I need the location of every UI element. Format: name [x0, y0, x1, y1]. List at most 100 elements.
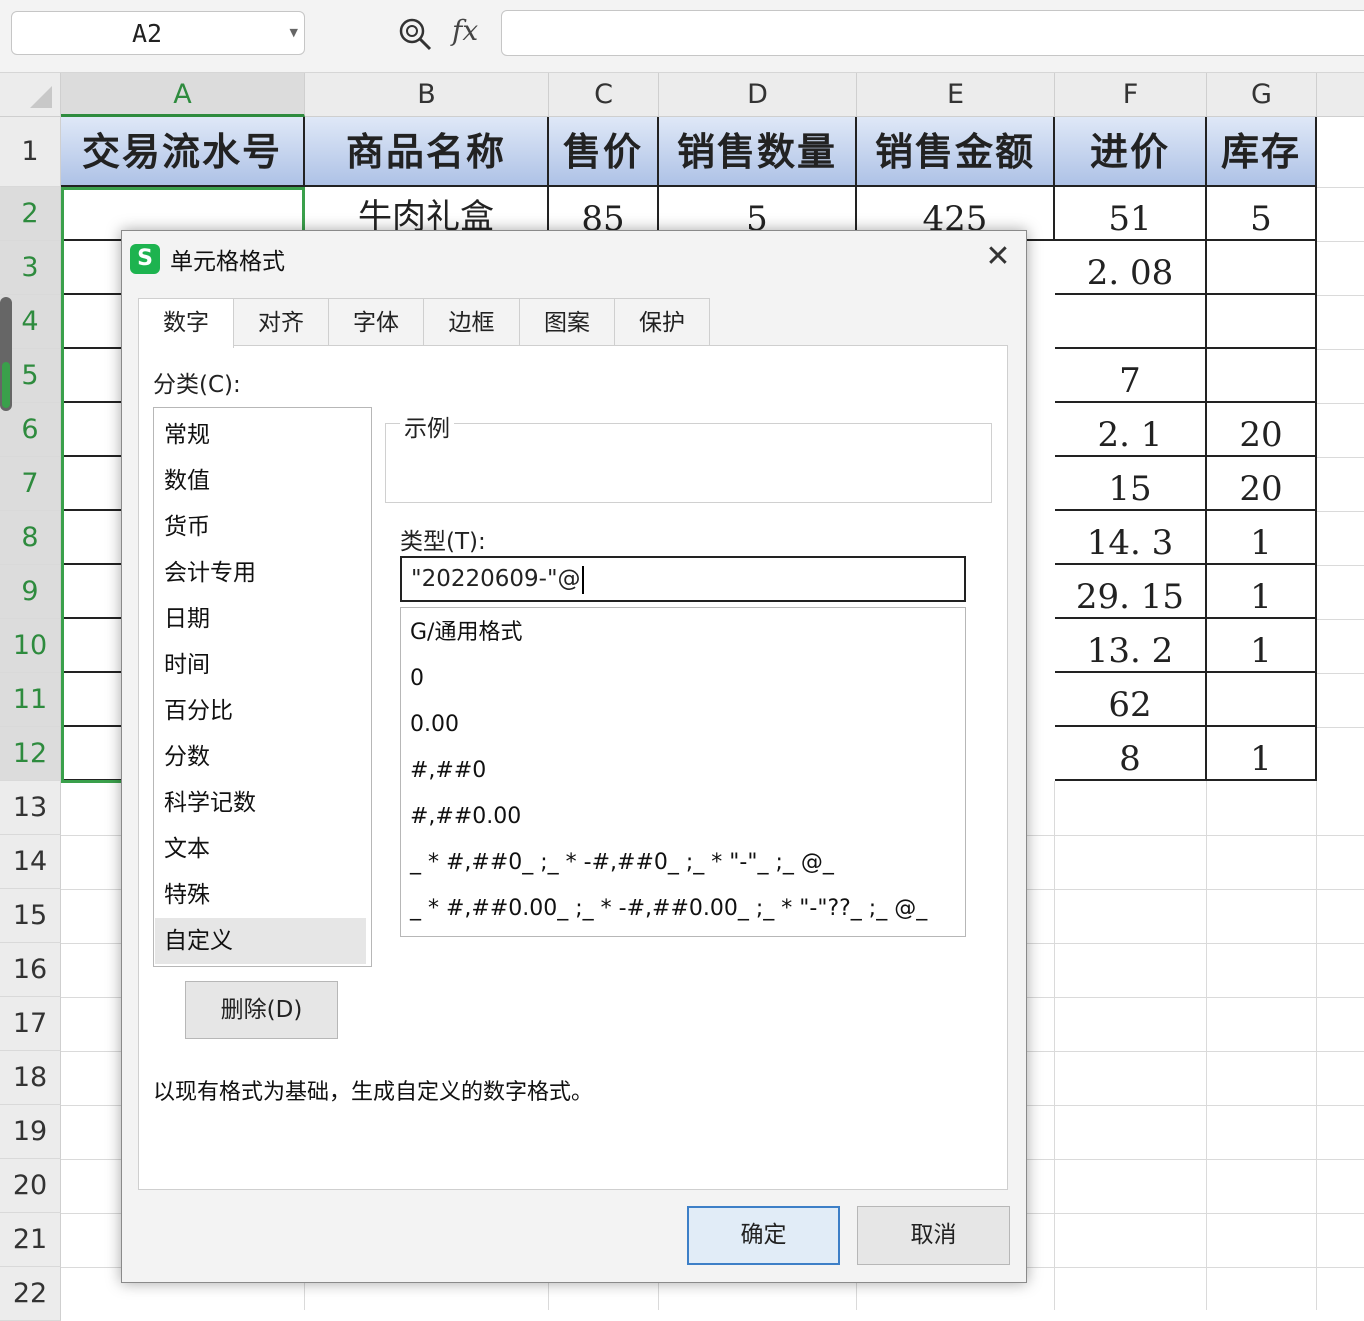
list-item[interactable]: 0 — [410, 656, 424, 702]
row-header-7[interactable]: 7 — [0, 457, 61, 511]
row-header-18[interactable]: 18 — [0, 1051, 61, 1105]
table-cell[interactable]: 1 — [1207, 511, 1317, 565]
table-cell[interactable] — [1207, 673, 1317, 727]
row-header-9[interactable]: 9 — [0, 565, 61, 619]
row-header-3[interactable]: 3 — [0, 241, 61, 295]
wps-logo-icon: S — [130, 244, 160, 274]
sheet-scrollbar-indicator — [2, 362, 10, 408]
delete-button[interactable]: 删除(D) — [185, 981, 338, 1039]
row-header-15[interactable]: 15 — [0, 889, 61, 943]
table-cell[interactable]: 20 — [1207, 403, 1317, 457]
row-header-8[interactable]: 8 — [0, 511, 61, 565]
category-list[interactable]: 常规 数值 货币 会计专用 日期 时间 百分比 分数 科学记数 文本 特殊 自定… — [153, 407, 372, 967]
type-input[interactable]: "20220609-"@ — [400, 556, 966, 602]
column-header-a[interactable]: A — [61, 73, 305, 117]
zoom-icon[interactable] — [397, 16, 433, 52]
table-cell[interactable] — [1207, 349, 1317, 403]
row-header-10[interactable]: 10 — [0, 619, 61, 673]
cancel-button[interactable]: 取消 — [857, 1206, 1010, 1265]
name-box-value: A2 — [131, 19, 163, 48]
row-header-14[interactable]: 14 — [0, 835, 61, 889]
table-cell[interactable]: 1 — [1207, 619, 1317, 673]
list-item[interactable]: 数值 — [155, 458, 366, 504]
row-header-19[interactable]: 19 — [0, 1105, 61, 1159]
column-header-g[interactable]: G — [1207, 73, 1317, 117]
list-item[interactable]: 文本 — [155, 826, 366, 872]
table-cell[interactable]: 8 — [1055, 727, 1207, 781]
column-header-e[interactable]: E — [857, 73, 1055, 117]
table-cell[interactable]: 20 — [1207, 457, 1317, 511]
tab-alignment[interactable]: 对齐 — [233, 298, 329, 346]
row-header-21[interactable]: 21 — [0, 1213, 61, 1267]
table-cell[interactable]: 13. 2 — [1055, 619, 1207, 673]
row-header-6[interactable]: 6 — [0, 403, 61, 457]
table-cell[interactable] — [1207, 241, 1317, 295]
list-item[interactable]: 会计专用 — [155, 550, 366, 596]
table-cell[interactable]: 15 — [1055, 457, 1207, 511]
column-header-d[interactable]: D — [659, 73, 857, 117]
list-item-selected[interactable]: 自定义 — [155, 918, 366, 964]
list-item[interactable]: 科学记数 — [155, 780, 366, 826]
row-header-20[interactable]: 20 — [0, 1159, 61, 1213]
row-header-1[interactable]: 1 — [0, 117, 61, 187]
list-item[interactable]: _ * #,##0.00_ ;_ * -#,##0.00_ ;_ * "-"??… — [410, 886, 927, 932]
column-header-b[interactable]: B — [305, 73, 549, 117]
row-header-17[interactable]: 17 — [0, 997, 61, 1051]
list-item[interactable]: 时间 — [155, 642, 366, 688]
table-cell[interactable]: 7 — [1055, 349, 1207, 403]
tab-border[interactable]: 边框 — [423, 298, 520, 346]
row-header-13[interactable]: 13 — [0, 781, 61, 835]
row-header-2[interactable]: 2 — [0, 187, 61, 241]
header-cell[interactable]: 库存 — [1207, 117, 1317, 187]
list-item[interactable]: 0.00 — [410, 702, 459, 748]
text-caret — [581, 565, 584, 594]
row-header-11[interactable]: 11 — [0, 673, 61, 727]
tab-number[interactable]: 数字 — [138, 298, 234, 348]
list-item[interactable]: #,##0 — [410, 748, 486, 794]
list-item[interactable]: #,##0.00 — [410, 794, 521, 840]
description-text: 以现有格式为基础，生成自定义的数字格式。 — [153, 1080, 594, 1105]
fx-icon[interactable]: fx — [452, 14, 478, 47]
list-item[interactable]: G/通用格式 — [410, 610, 522, 656]
name-box[interactable]: A2 ▼ — [11, 11, 305, 55]
list-item[interactable]: 特殊 — [155, 872, 366, 918]
column-header-overflow — [1317, 73, 1364, 117]
header-cell[interactable]: 销售数量 — [659, 117, 857, 187]
ok-button[interactable]: 确定 — [687, 1206, 840, 1265]
format-list[interactable]: G/通用格式 0 0.00 #,##0 #,##0.00 _ * #,##0_ … — [400, 607, 966, 937]
table-cell[interactable]: 62 — [1055, 673, 1207, 727]
table-cell[interactable] — [1207, 295, 1317, 349]
header-cell[interactable]: 售价 — [549, 117, 659, 187]
tab-font[interactable]: 字体 — [328, 298, 424, 346]
list-item[interactable]: 常规 — [155, 412, 366, 458]
list-item[interactable]: 日期 — [155, 596, 366, 642]
list-item[interactable]: _ * #,##0_ ;_ * -#,##0_ ;_ * "-"_ ;_ @_ — [410, 840, 834, 886]
table-cell[interactable]: 1 — [1207, 727, 1317, 781]
table-cell[interactable]: 2. 08 — [1055, 241, 1207, 295]
table-cell[interactable]: 1 — [1207, 565, 1317, 619]
header-cell[interactable]: 交易流水号 — [61, 117, 305, 187]
column-header-c[interactable]: C — [549, 73, 659, 117]
header-cell[interactable]: 销售金额 — [857, 117, 1055, 187]
table-cell[interactable]: 5 — [1207, 187, 1317, 241]
tab-protection[interactable]: 保护 — [614, 298, 710, 346]
row-header-12[interactable]: 12 — [0, 727, 61, 781]
list-item[interactable]: 货币 — [155, 504, 366, 550]
row-header-16[interactable]: 16 — [0, 943, 61, 997]
table-cell[interactable] — [1055, 295, 1207, 349]
row-header-22[interactable]: 22 — [0, 1267, 61, 1321]
header-cell[interactable]: 进价 — [1055, 117, 1207, 187]
table-cell[interactable]: 14. 3 — [1055, 511, 1207, 565]
chevron-down-icon[interactable]: ▼ — [290, 26, 298, 39]
formula-input[interactable] — [501, 10, 1364, 56]
select-all-triangle-icon — [30, 86, 52, 108]
column-header-f[interactable]: F — [1055, 73, 1207, 117]
table-cell[interactable]: 51 — [1055, 187, 1207, 241]
table-cell[interactable]: 2. 1 — [1055, 403, 1207, 457]
close-icon[interactable]: ✕ — [978, 237, 1018, 277]
header-cell[interactable]: 商品名称 — [305, 117, 549, 187]
list-item[interactable]: 分数 — [155, 734, 366, 780]
tab-pattern[interactable]: 图案 — [519, 298, 615, 346]
list-item[interactable]: 百分比 — [155, 688, 366, 734]
table-cell[interactable]: 29. 15 — [1055, 565, 1207, 619]
